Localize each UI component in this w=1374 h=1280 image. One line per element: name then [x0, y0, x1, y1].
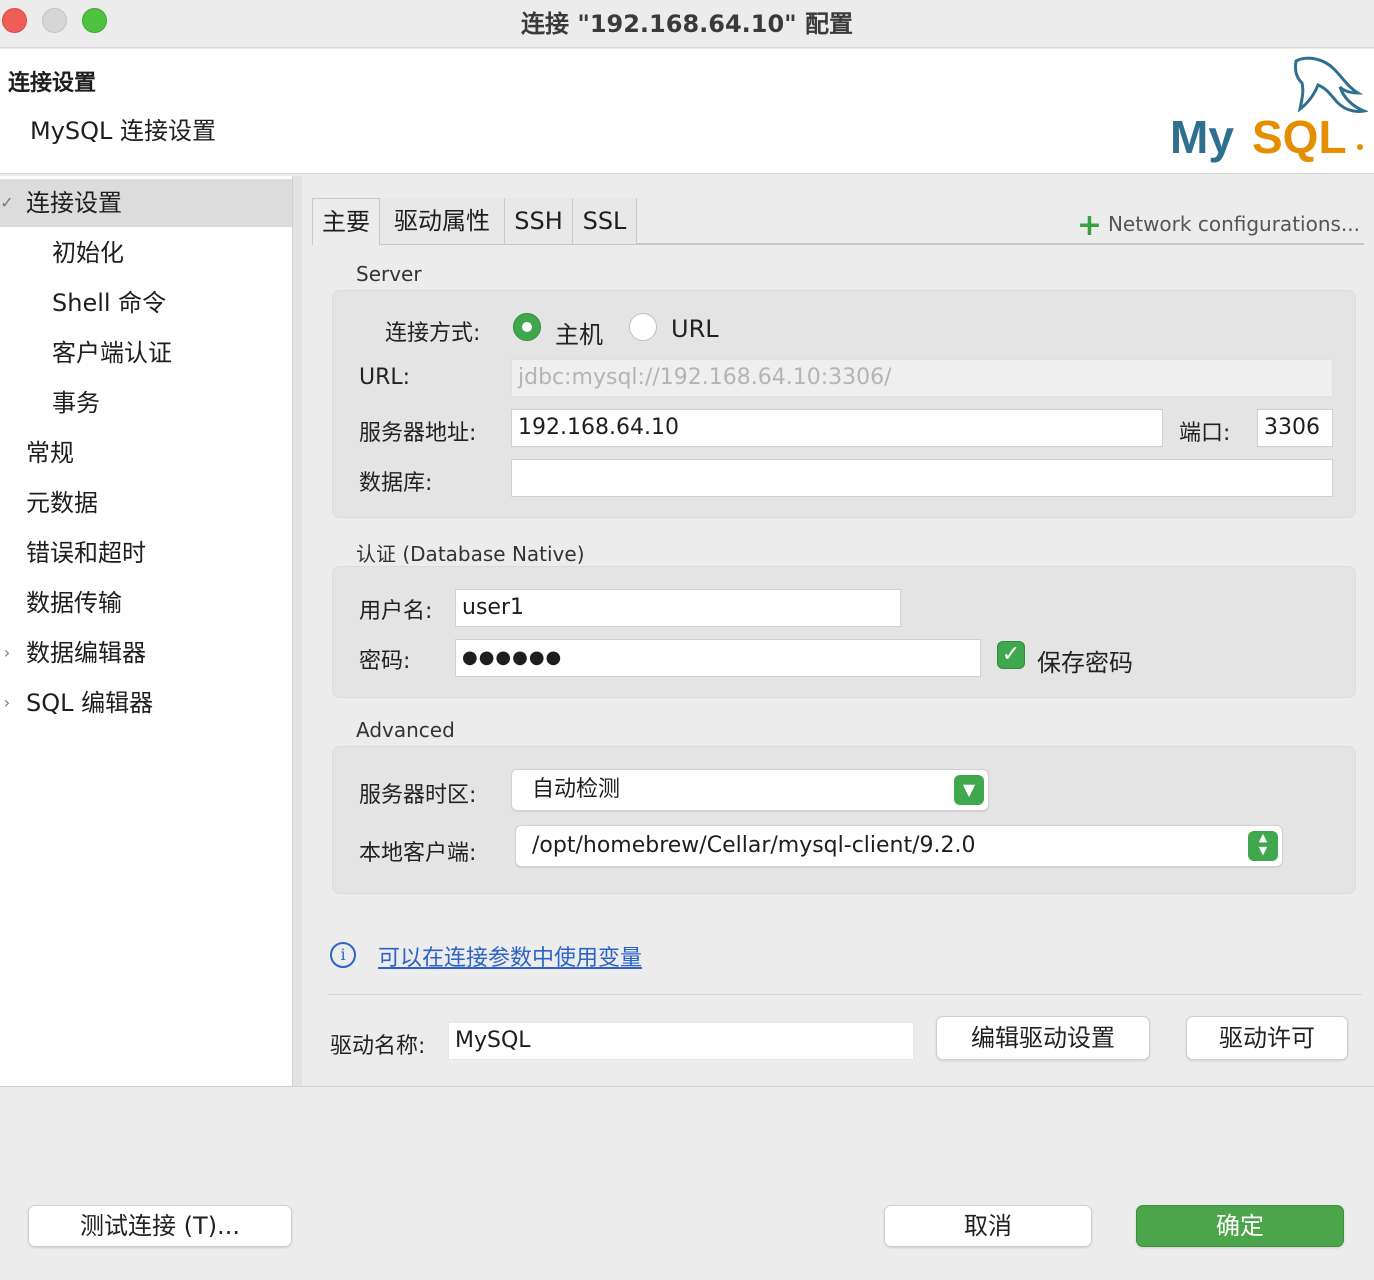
sidebar-item-general[interactable]: 常规 [0, 429, 292, 477]
header-subtitle: MySQL 连接设置 [30, 117, 217, 145]
url-field: jdbc:mysql://192.168.64.10:3306/ [511, 359, 1333, 397]
plus-icon: + [1076, 208, 1102, 243]
main-panel: 主要 驱动属性 SSH SSL + Network configurations.… [302, 176, 1374, 1086]
save-password-label[interactable]: 保存密码 [1037, 643, 1133, 678]
tab-panel: 主要 驱动属性 SSH SSL + Network configurations.… [312, 186, 1364, 1076]
host-field[interactable]: 192.168.64.10 [511, 409, 1163, 447]
password-label: 密码: [359, 649, 411, 674]
port-label: 端口: [1179, 421, 1231, 446]
save-password-checkbox[interactable]: ✓ [997, 641, 1025, 669]
dialog-footer: 测试连接 (T)... 取消 确定 [0, 1086, 1374, 1280]
connection-method-label: 连接方式: [385, 321, 481, 346]
edit-driver-settings-button[interactable]: 编辑驱动设置 [936, 1016, 1150, 1060]
host-radio[interactable] [513, 313, 541, 341]
username-label: 用户名: [359, 599, 433, 624]
url-radio-label[interactable]: URL [671, 315, 719, 343]
updown-chevron-icon[interactable]: ▲ ▼ [1248, 831, 1278, 861]
timezone-select[interactable]: 自动检测 ▼ [511, 769, 989, 811]
server-group: 连接方式: 主机 URL URL: jdbc:mysql://192.168.6… [332, 290, 1356, 518]
database-label: 数据库: [359, 471, 433, 496]
url-radio[interactable] [629, 313, 657, 341]
sidebar-item-label: 元数据 [26, 489, 98, 517]
network-configurations-label: Network configurations... [1107, 212, 1360, 236]
host-radio-label[interactable]: 主机 [555, 315, 603, 350]
database-field[interactable] [511, 459, 1333, 497]
test-connection-button[interactable]: 测试连接 (T)... [28, 1205, 292, 1247]
info-icon: i [330, 942, 356, 968]
sidebar-item-errors-timeouts[interactable]: 错误和超时 [0, 529, 292, 577]
chevron-right-icon[interactable]: › [0, 629, 14, 677]
dialog-header: 连接设置 MySQL 连接设置 My SQL [0, 49, 1374, 174]
chevron-down-icon[interactable]: ▼ [954, 775, 984, 805]
window-title: 连接 "192.168.64.10" 配置 [520, 10, 854, 38]
sidebar-item-label: 错误和超时 [26, 539, 146, 567]
timezone-label: 服务器时区: [359, 783, 477, 808]
tab-driver-properties[interactable]: 驱动属性 [380, 198, 505, 244]
header-title: 连接设置 [8, 71, 97, 96]
driver-name-label: 驱动名称: [330, 1034, 426, 1059]
sidebar-item-metadata[interactable]: 元数据 [0, 479, 292, 527]
sidebar: ✓ 连接设置 初始化 Shell 命令 客户端认证 事务 常规 元数据 错误和超… [0, 176, 292, 1086]
sidebar-item-client-auth[interactable]: 客户端认证 [0, 329, 292, 377]
password-field[interactable]: ●●●●●● [455, 639, 981, 677]
sidebar-item-label: 连接设置 [26, 189, 122, 217]
mysql-logo-text-sql: SQL [1252, 111, 1347, 163]
sidebar-item-data-transfer[interactable]: 数据传输 [0, 579, 292, 627]
sidebar-item-label: 数据编辑器 [26, 639, 146, 667]
mysql-logo: My SQL [1170, 56, 1368, 163]
checkmark-icon: ✓ [0, 193, 14, 212]
driver-name-field: MySQL [448, 1022, 914, 1060]
tab-ssl[interactable]: SSL [573, 198, 637, 244]
advanced-group: 服务器时区: 自动检测 ▼ 本地客户端: /opt/homebrew/Cella… [332, 746, 1356, 894]
url-label: URL: [359, 365, 411, 390]
local-client-value: /opt/homebrew/Cellar/mysql-client/9.2.0 [532, 833, 976, 858]
sidebar-item-label: 事务 [52, 389, 100, 417]
sidebar-item-label: Shell 命令 [52, 289, 167, 317]
local-client-select[interactable]: /opt/homebrew/Cellar/mysql-client/9.2.0 … [515, 825, 1283, 867]
driver-license-button[interactable]: 驱动许可 [1186, 1016, 1348, 1060]
timezone-value: 自动检测 [532, 777, 621, 802]
auth-group-title: 认证 (Database Native) [356, 542, 585, 566]
variables-help-link[interactable]: 可以在连接参数中使用变量 [378, 940, 642, 972]
sidebar-item-label: 数据传输 [26, 589, 122, 617]
host-label: 服务器地址: [359, 421, 477, 446]
sidebar-item-label: 常规 [26, 439, 74, 467]
sidebar-item-data-editor[interactable]: › 数据编辑器 [0, 629, 292, 677]
title-bar: 连接 "192.168.64.10" 配置 [0, 0, 1374, 48]
sidebar-item-label: 初始化 [52, 239, 124, 267]
tab-main[interactable]: 主要 [312, 198, 380, 246]
sidebar-item-connection-settings[interactable]: ✓ 连接设置 [0, 179, 292, 227]
sidebar-item-shell-commands[interactable]: Shell 命令 [0, 279, 292, 327]
tab-ssh[interactable]: SSH [505, 198, 573, 244]
sidebar-item-label: 客户端认证 [52, 339, 172, 367]
sidebar-item-transactions[interactable]: 事务 [0, 379, 292, 427]
chevron-right-icon[interactable]: › [0, 679, 14, 727]
port-field[interactable]: 3306 [1257, 409, 1333, 447]
sidebar-item-initialization[interactable]: 初始化 [0, 229, 292, 277]
local-client-label: 本地客户端: [359, 841, 477, 866]
ok-button[interactable]: 确定 [1136, 1205, 1344, 1247]
sidebar-item-sql-editor[interactable]: › SQL 编辑器 [0, 679, 292, 727]
divider [328, 994, 1362, 995]
network-configurations-button[interactable]: + Network configurations... [1077, 208, 1360, 243]
auth-group: 用户名: user1 密码: ●●●●●● ✓ 保存密码 [332, 566, 1356, 698]
username-field[interactable]: user1 [455, 589, 901, 627]
sidebar-splitter[interactable] [292, 176, 302, 1086]
advanced-group-title: Advanced [356, 718, 455, 742]
server-group-title: Server [356, 262, 422, 286]
sidebar-item-label: SQL 编辑器 [26, 689, 154, 717]
mysql-logo-text-my: My [1170, 111, 1234, 163]
cancel-button[interactable]: 取消 [884, 1205, 1092, 1247]
